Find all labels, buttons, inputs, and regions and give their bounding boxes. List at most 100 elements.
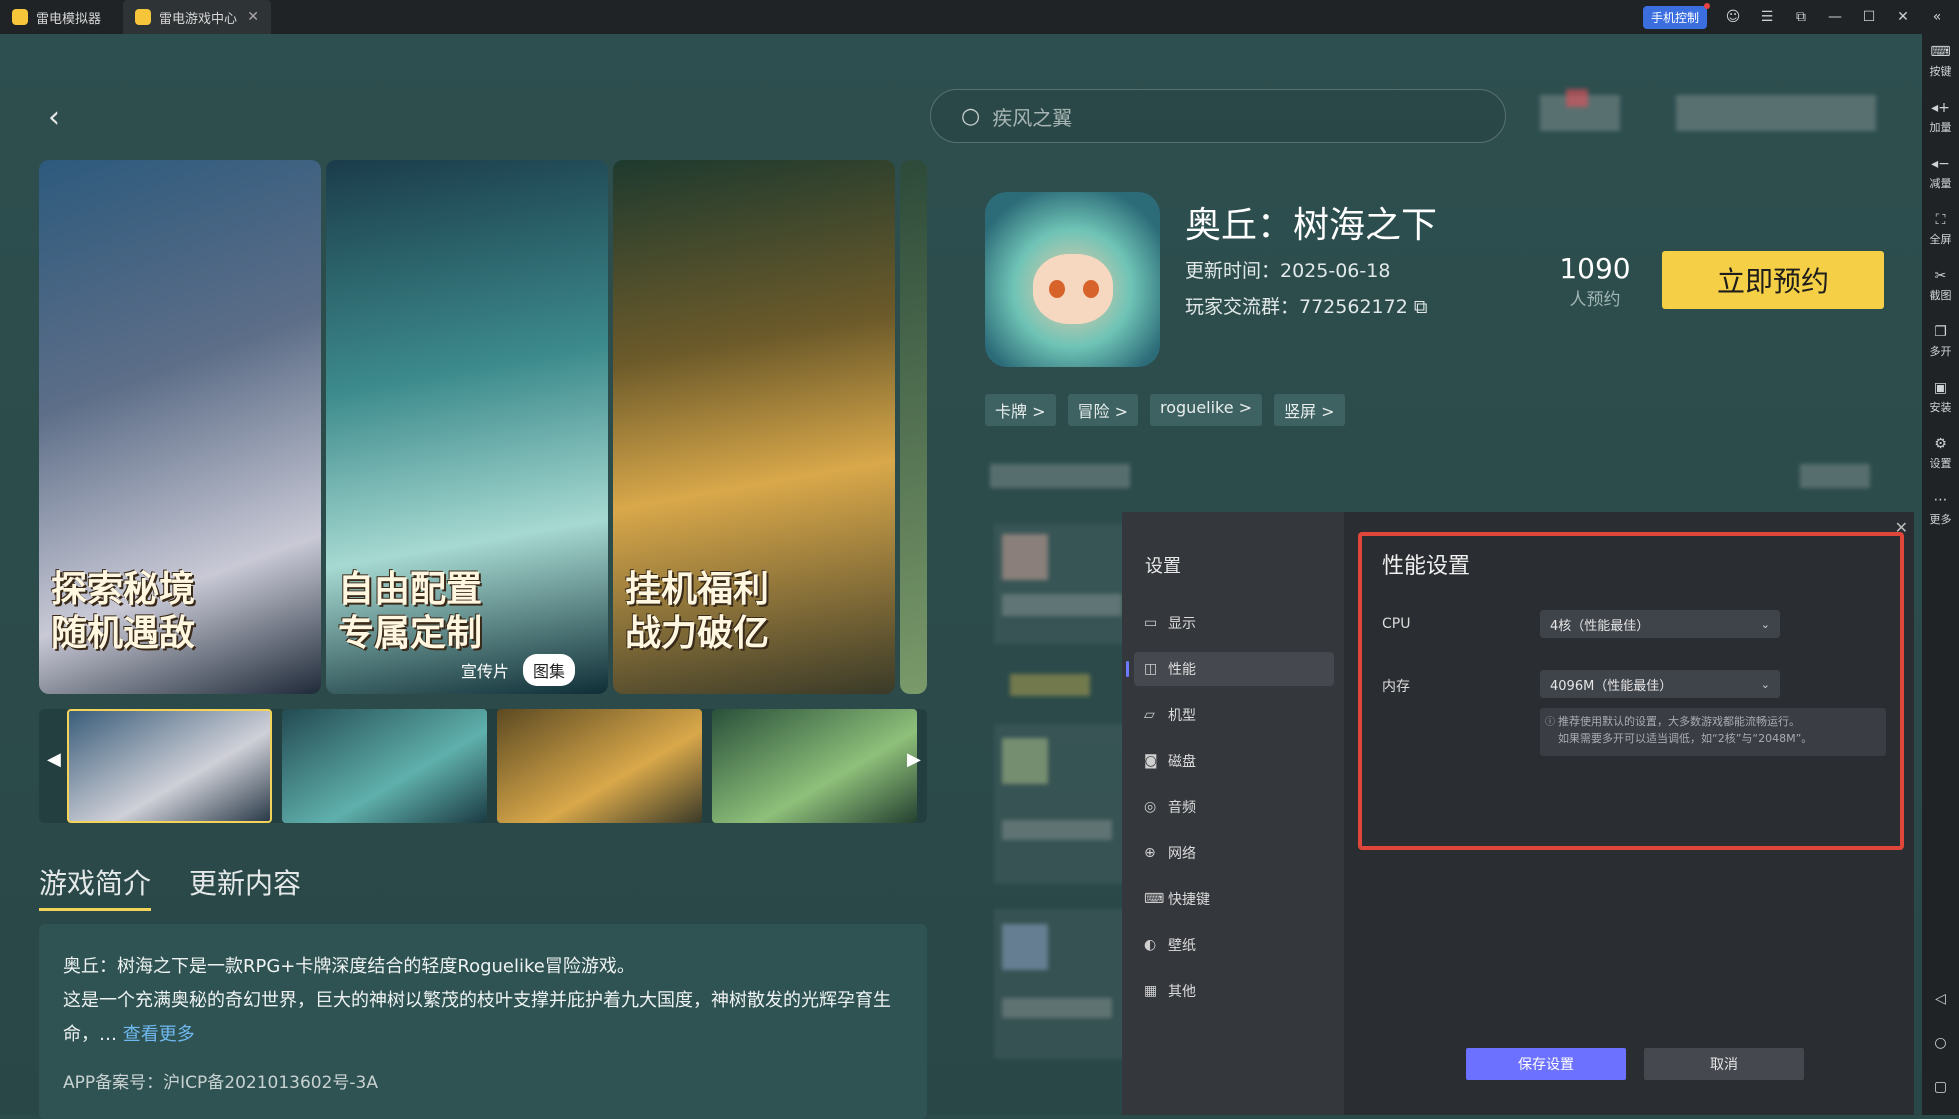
tag-roguelike[interactable]: roguelike > [1150, 394, 1263, 426]
toolbar-fullscreen[interactable]: ⛶ 全屏 [1930, 212, 1952, 258]
nav-label: 音频 [1168, 800, 1196, 816]
player-group-wrap: 玩家交流群：772562172 ⧉ [1185, 292, 1427, 319]
phone-control-button[interactable]: 手机控制 [1642, 2, 1711, 29]
memory-label: 内存 [1382, 679, 1410, 695]
search-box[interactable]: ○ 疾风之翼 [930, 89, 1506, 143]
video-toggle[interactable]: 宣传片 [451, 654, 519, 686]
install-icon: ▣ [1933, 380, 1948, 396]
toolbar-install[interactable]: ▣ 安装 [1930, 380, 1952, 426]
tab-updates[interactable]: 更新内容 [189, 862, 301, 911]
prev-arrow-icon[interactable]: ◀ [47, 749, 61, 770]
grid-icon: ▦ [1144, 983, 1158, 999]
cpu-select[interactable]: 4核（性能最佳） ⌄ [1540, 610, 1780, 638]
save-settings-button[interactable]: 保存设置 [1466, 1048, 1626, 1080]
nav-label: 机型 [1168, 708, 1196, 724]
toolbar-label: 安装 [1929, 401, 1952, 414]
tag-portrait[interactable]: 竖屏 > [1274, 394, 1345, 426]
toolbar-settings[interactable]: ⚙ 设置 [1930, 436, 1952, 482]
nav-other[interactable]: ▦ 其他 [1134, 974, 1334, 1008]
thumbnail[interactable] [67, 709, 272, 823]
maximize-icon[interactable]: ☐ [1861, 9, 1877, 25]
next-arrow-icon[interactable]: ▶ [907, 749, 921, 770]
nav-network[interactable]: ⊕ 网络 [1134, 836, 1334, 870]
gallery-image[interactable] [900, 160, 927, 694]
thumbnail[interactable] [497, 709, 702, 823]
gallery-image[interactable]: 自由配置 专属定制 [326, 160, 608, 694]
toolbar-multi[interactable]: ❐ 多开 [1930, 324, 1952, 370]
thumbnail[interactable] [282, 709, 487, 823]
toolbar-volume-up[interactable]: ◂+ 加量 [1930, 100, 1952, 146]
thumbnail[interactable] [712, 709, 917, 823]
nav-display[interactable]: ▭ 显示 [1134, 606, 1334, 640]
gallery-toggle[interactable]: 图集 [523, 654, 576, 686]
memory-value: 4096M（性能最佳） [1550, 678, 1673, 694]
settings-title: 设置 [1145, 556, 1181, 577]
nav-disk[interactable]: ◙ 磁盘 [1134, 744, 1334, 778]
gallery-image[interactable]: 挂机福利 战力破亿 [613, 160, 895, 694]
chevron-down-icon: ⌄ [1760, 677, 1770, 691]
nav-shortcuts[interactable]: ⌨ 快捷键 [1134, 882, 1334, 916]
toolbar-label: 按键 [1929, 65, 1952, 78]
user-info-blurred [1540, 89, 1880, 143]
tab-emulator[interactable]: 雷电模拟器 [0, 0, 113, 34]
toolbar-label: 全屏 [1929, 233, 1952, 246]
nav-performance[interactable]: ◫ 性能 [1126, 652, 1334, 686]
nav-model[interactable]: ▱ 机型 [1134, 698, 1334, 732]
description-line: 奥丘：树海之下是一款RPG+卡牌深度结合的轻度Roguelike冒险游戏。 [63, 956, 635, 977]
collapse-icon[interactable]: « [1929, 9, 1945, 25]
search-input[interactable]: 疾风之翼 [992, 102, 1072, 131]
cpu-label: CPU [1382, 616, 1411, 632]
tag-card[interactable]: 卡牌 > [985, 394, 1056, 426]
tab-game-center[interactable]: 雷电游戏中心 ✕ [123, 0, 272, 34]
toolbar-more[interactable]: ⋯ 更多 [1930, 492, 1952, 538]
memory-select[interactable]: 4096M（性能最佳） ⌄ [1540, 670, 1780, 698]
gallery-image[interactable]: 探索秘境 随机遇敌 [39, 160, 321, 694]
toolbar-label: 截图 [1929, 289, 1952, 302]
tag-adventure[interactable]: 冒险 > [1067, 394, 1138, 426]
settings-body: ✕ 性能设置 CPU 4核（性能最佳） ⌄ 内存 4096M（性能最佳） ⌄ ⓘ… [1344, 512, 1914, 1115]
emulator-logo-icon [12, 9, 28, 25]
user-icon[interactable]: ☺ [1725, 9, 1741, 25]
tab-close-icon[interactable]: ✕ [247, 9, 259, 25]
toolbar-screenshot[interactable]: ✂ 截图 [1930, 268, 1952, 314]
more-icon: ⋯ [1933, 492, 1948, 508]
tab-intro[interactable]: 游戏简介 [39, 862, 152, 911]
cancel-button[interactable]: 取消 [1644, 1048, 1804, 1080]
icon-art [1049, 280, 1065, 298]
game-center-logo-icon [135, 9, 152, 25]
disk-icon: ◙ [1144, 753, 1158, 769]
nav-audio[interactable]: ◎ 音频 [1134, 790, 1334, 824]
update-time: 更新时间：2025-06-18 [1185, 260, 1391, 282]
nav-wallpaper[interactable]: ◐ 壁纸 [1134, 928, 1334, 962]
minimize-icon[interactable]: — [1827, 9, 1843, 25]
toolbar-volume-down[interactable]: ◂− 减量 [1930, 156, 1952, 202]
volume-down-icon: ◂− [1931, 156, 1950, 172]
see-more-link[interactable]: 查看更多 [123, 1024, 195, 1045]
performance-hint: ⓘ 推荐使用默认的设置，大多数游戏都能流畅运行。 如果需要多开可以适当调低，如“… [1540, 708, 1886, 756]
copy-icon[interactable]: ⧉ [1414, 296, 1428, 318]
nav-label: 网络 [1168, 846, 1196, 862]
fullscreen-icon: ⛶ [1935, 212, 1946, 228]
screenshot-gallery: 探索秘境 随机遇敌 自由配置 专属定制 挂机福利 战力破亿 宣传片 图集 [39, 160, 927, 694]
android-home-icon[interactable]: ○ [1934, 1035, 1946, 1051]
toolbar-label: 设置 [1929, 457, 1952, 470]
cpu-value: 4核（性能最佳） [1550, 618, 1650, 634]
volume-up-icon: ◂+ [1931, 100, 1950, 116]
menu-icon[interactable]: ☰ [1759, 9, 1775, 25]
android-recents-icon[interactable]: ▢ [1934, 1079, 1947, 1095]
toolbar-keys[interactable]: ⌨ 按键 [1930, 44, 1952, 90]
media-toggle: 宣传片 图集 [451, 654, 576, 686]
android-back-icon[interactable]: ◁ [1935, 991, 1946, 1007]
icp-record: APP备案号：沪ICP备2021013602号-3A [63, 1073, 379, 1093]
gamepad-icon: ◎ [1144, 799, 1157, 815]
restore-icon[interactable]: ⧉ [1793, 9, 1809, 25]
gallery-caption: 挂机福利 战力破亿 [625, 569, 770, 654]
toolbar-label: 加量 [1929, 121, 1952, 134]
back-icon[interactable]: ‹ [48, 100, 60, 135]
reserve-button[interactable]: 立即预约 [1662, 251, 1884, 309]
toolbar-label: 更多 [1929, 513, 1952, 526]
tag-list: 卡牌 > 冒险 > roguelike > 竖屏 > [985, 394, 1345, 426]
close-icon[interactable]: ✕ [1895, 9, 1911, 25]
title-bar: 雷电模拟器 雷电游戏中心 ✕ 手机控制 ☺ ☰ ⧉ — ☐ ✕ « [0, 0, 1959, 34]
chevron-down-icon: ⌄ [1760, 617, 1770, 631]
